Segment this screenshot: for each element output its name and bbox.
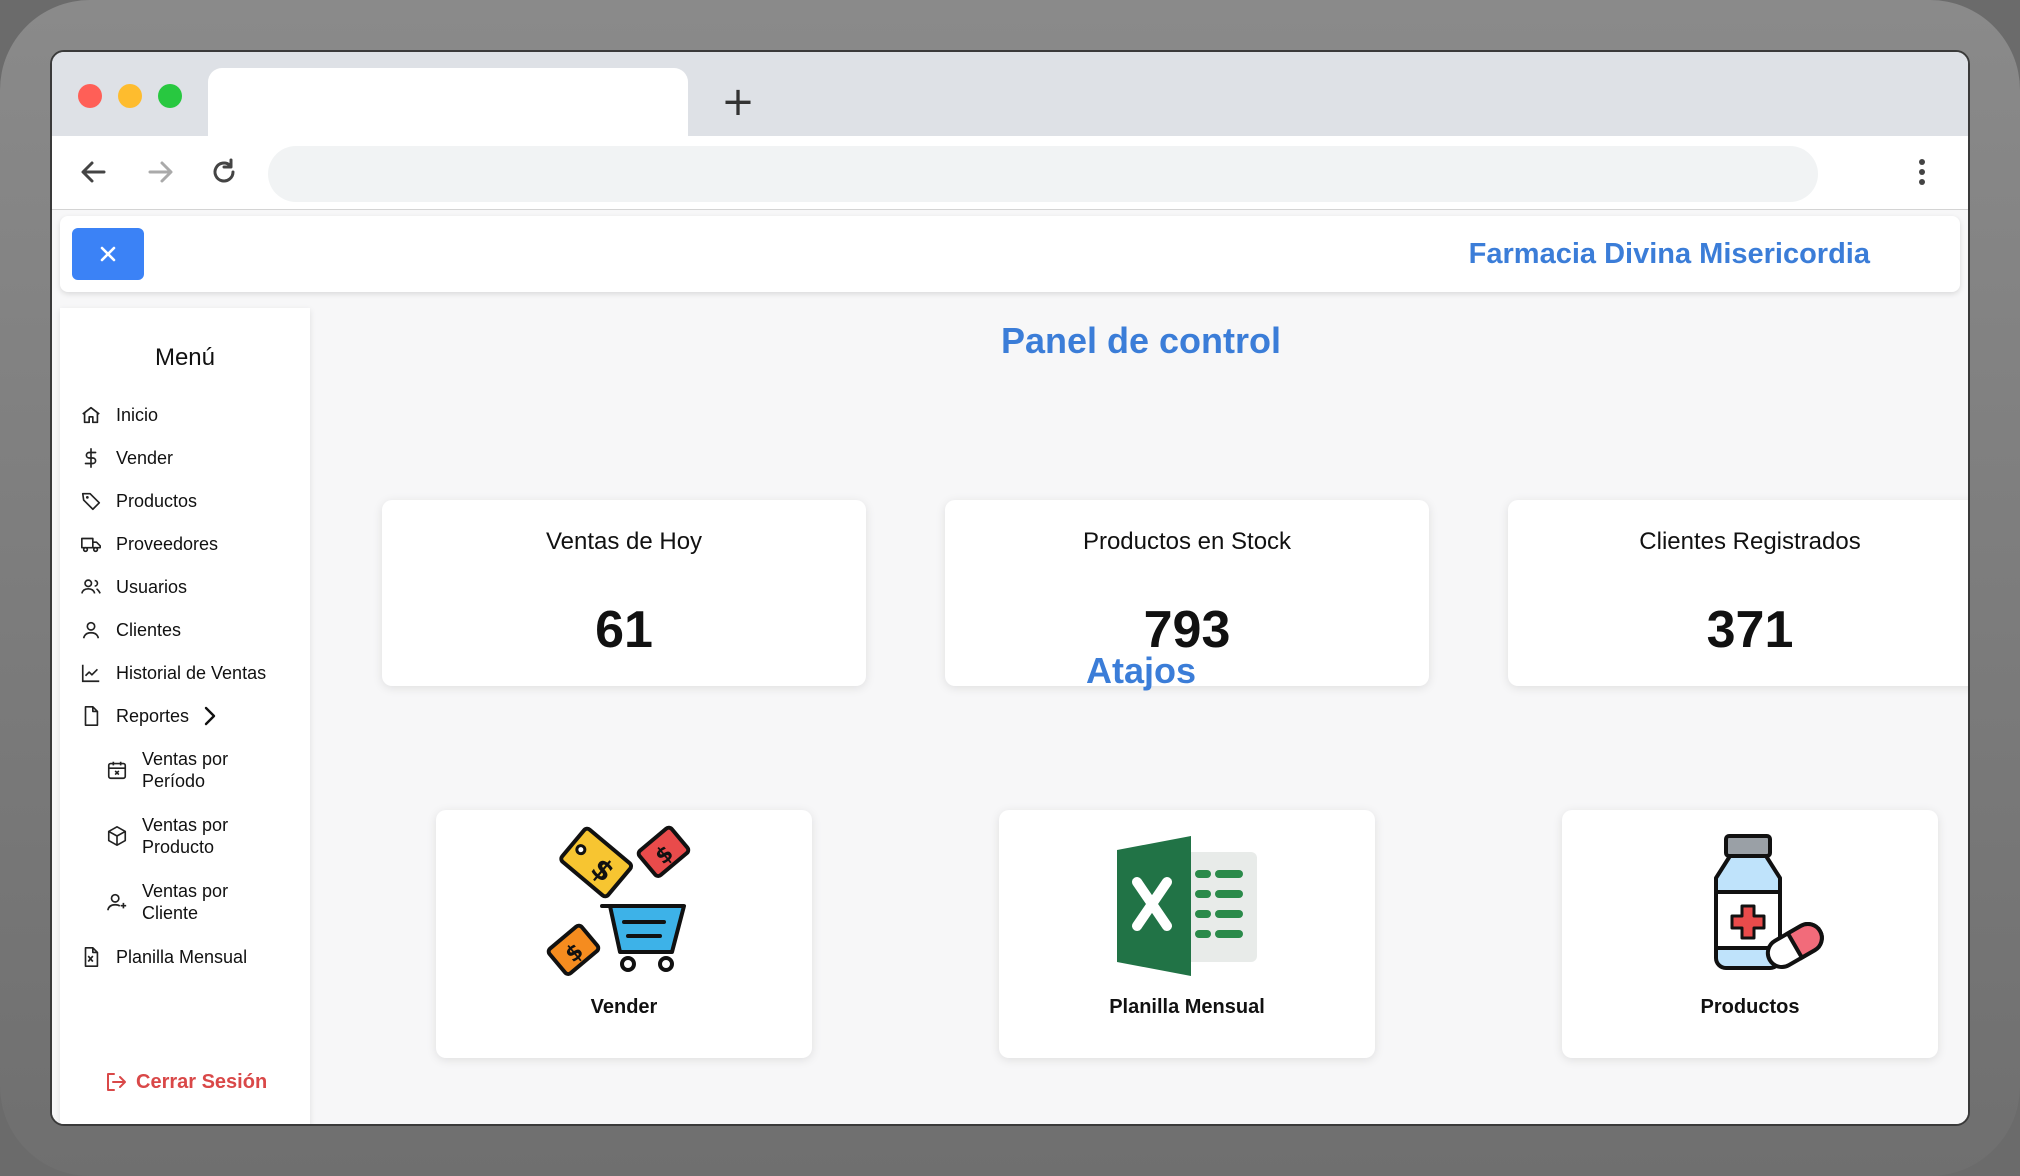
logout-button[interactable]: Cerrar Sesión bbox=[104, 1070, 267, 1094]
logout-label: Cerrar Sesión bbox=[136, 1070, 268, 1093]
brand-title: Farmacia Divina Misericordia bbox=[1468, 238, 1870, 270]
toggle-sidebar-button[interactable] bbox=[72, 228, 144, 280]
sidebar-item-vender[interactable]: Vender bbox=[80, 447, 173, 469]
sidebar-item-label: Usuarios bbox=[116, 576, 188, 597]
truck-icon bbox=[80, 533, 102, 555]
close-icon bbox=[100, 246, 116, 262]
shortcut-label: Productos bbox=[1700, 996, 1800, 1018]
excel-file-icon bbox=[80, 946, 102, 968]
sidebar-item-label: Vender bbox=[116, 447, 174, 468]
sidebar-item-ventas-producto[interactable]: Ventas por Producto bbox=[106, 814, 252, 858]
sidebar-item-label: Proveedores bbox=[116, 533, 219, 554]
logout-icon bbox=[104, 1070, 128, 1094]
kebab-menu-icon bbox=[1919, 159, 1925, 185]
browser-window: + Farmacia Divina Misericordia Menú Inic… bbox=[50, 50, 1970, 1126]
sidebar-item-reportes[interactable]: Reportes bbox=[80, 705, 219, 727]
page-title: Panel de control bbox=[1000, 320, 1282, 361]
new-tab-button[interactable]: + bbox=[718, 82, 758, 122]
box-icon bbox=[106, 825, 128, 847]
tab-strip: + bbox=[52, 52, 1968, 138]
top-navbar: Farmacia Divina Misericordia bbox=[60, 216, 1960, 292]
sidebar-item-label: Clientes bbox=[116, 619, 182, 640]
sidebar-item-label: Ventas por Período bbox=[142, 749, 229, 791]
sidebar-item-planilla[interactable]: Planilla Mensual bbox=[80, 946, 247, 968]
menu-title: Menú bbox=[154, 344, 216, 371]
sidebar-item-historial[interactable]: Historial de Ventas bbox=[80, 662, 266, 684]
user-plus-icon bbox=[106, 891, 128, 913]
stat-label: Ventas de Hoy bbox=[545, 528, 703, 555]
home-icon bbox=[80, 404, 102, 426]
sidebar-item-label: Ventas por Cliente bbox=[142, 881, 229, 923]
reload-button[interactable] bbox=[204, 152, 244, 192]
sidebar-item-label: Inicio bbox=[116, 404, 159, 425]
shortcut-productos[interactable]: Productos bbox=[1562, 810, 1938, 1058]
close-window-button[interactable] bbox=[78, 84, 102, 108]
minimize-window-button[interactable] bbox=[118, 84, 142, 108]
address-bar[interactable] bbox=[268, 146, 1818, 202]
sidebar-item-clientes[interactable]: Clientes bbox=[80, 619, 181, 641]
tag-icon bbox=[80, 490, 102, 512]
shortcut-vender[interactable]: $ $ $ Vender bbox=[436, 810, 812, 1058]
shortcut-label: Planilla Mensual bbox=[1109, 996, 1265, 1018]
shortcut-planilla[interactable]: Planilla Mensual bbox=[999, 810, 1375, 1058]
reload-icon bbox=[213, 158, 235, 183]
chart-line-icon bbox=[80, 662, 102, 684]
arrow-right-icon bbox=[148, 161, 173, 183]
maximize-window-button[interactable] bbox=[158, 84, 182, 108]
sidebar-item-ventas-periodo[interactable]: Ventas por Período bbox=[106, 748, 252, 792]
shopping-cart-tags-icon: $ $ $ bbox=[546, 825, 691, 976]
chevron-right-icon[interactable] bbox=[201, 705, 219, 727]
app-body: Farmacia Divina Misericordia Menú Inicio… bbox=[52, 210, 1968, 1124]
back-button[interactable] bbox=[74, 152, 114, 192]
sidebar-item-label: Planilla Mensual bbox=[116, 946, 248, 967]
dollar-icon bbox=[80, 447, 102, 469]
sidebar-item-label: Productos bbox=[116, 490, 198, 511]
sidebar-item-proveedores[interactable]: Proveedores bbox=[80, 533, 218, 555]
stat-label: Clientes Registrados bbox=[1639, 528, 1861, 555]
sidebar-item-label: Ventas por Producto bbox=[142, 815, 229, 857]
browser-toolbar bbox=[52, 136, 1968, 210]
sidebar-item-label: Reportes bbox=[116, 705, 190, 726]
medicine-bottle-icon bbox=[1714, 834, 1824, 970]
sidebar: Menú Inicio Vender Productos Proveedores… bbox=[60, 308, 310, 1124]
calendar-x-icon bbox=[106, 759, 128, 781]
excel-icon bbox=[1117, 836, 1257, 976]
users-icon bbox=[80, 576, 102, 598]
sidebar-item-productos[interactable]: Productos bbox=[80, 490, 197, 512]
sidebar-item-label: Historial de Ventas bbox=[116, 662, 267, 683]
file-icon bbox=[80, 705, 102, 727]
sidebar-item-ventas-cliente[interactable]: Ventas por Cliente bbox=[106, 880, 252, 924]
forward-button[interactable] bbox=[140, 152, 180, 192]
shortcut-label: Vender bbox=[590, 996, 658, 1018]
sidebar-item-inicio[interactable]: Inicio bbox=[80, 404, 158, 426]
browser-menu-button[interactable] bbox=[1902, 152, 1942, 192]
user-icon bbox=[80, 619, 102, 641]
stat-label: Productos en Stock bbox=[1082, 528, 1292, 555]
shortcuts-title: Atajos bbox=[1085, 650, 1197, 691]
sidebar-item-usuarios[interactable]: Usuarios bbox=[80, 576, 187, 598]
arrow-left-icon bbox=[81, 161, 106, 183]
main-content: Panel de control Ventas de Hoy 61 Produc… bbox=[310, 292, 1968, 1124]
browser-tab[interactable] bbox=[208, 68, 688, 138]
